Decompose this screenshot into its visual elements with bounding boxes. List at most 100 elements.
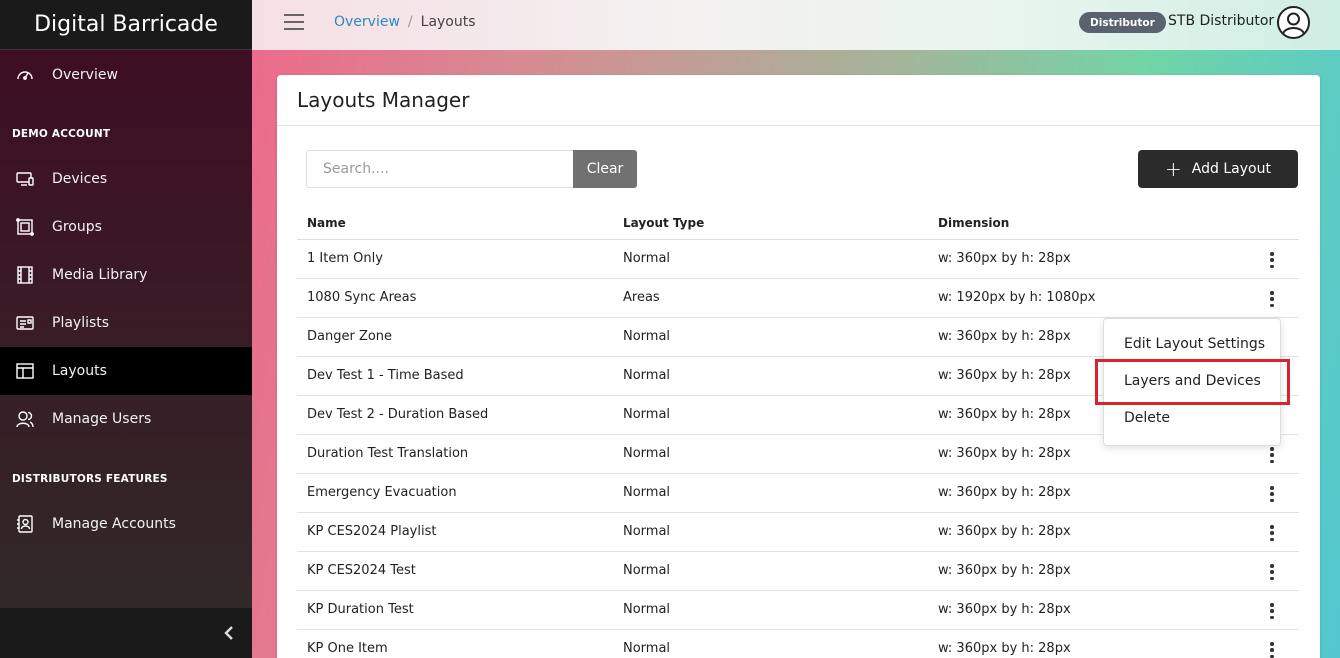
kebab-menu-icon[interactable] xyxy=(1262,291,1282,307)
kebab-menu-icon[interactable] xyxy=(1262,486,1282,502)
app-brand[interactable]: Digital Barricade xyxy=(0,0,252,50)
cell-dimension: w: 360px by h: 28px xyxy=(938,485,1071,500)
add-layout-label: Add Layout xyxy=(1191,161,1271,177)
cell-layout-type: Normal xyxy=(623,251,671,266)
cell-layout-type: Normal xyxy=(623,407,671,422)
sidebar-item-manage-users[interactable]: Manage Users xyxy=(0,395,252,443)
sidebar-item-label: Layouts xyxy=(52,363,107,379)
sidebar-item-label: Overview xyxy=(52,67,118,83)
sidebar-item-label: Groups xyxy=(52,219,102,235)
section-title-demo-account: DEMO ACCOUNT xyxy=(12,128,111,140)
film-icon xyxy=(14,264,36,286)
cell-layout-type: Normal xyxy=(623,641,671,656)
cell-layout-type: Normal xyxy=(623,329,671,344)
row-actions-menu: Edit Layout Settings Layers and Devices … xyxy=(1103,318,1281,446)
cell-layout-type: Normal xyxy=(623,563,671,578)
breadcrumb-overview-link[interactable]: Overview xyxy=(334,14,400,30)
kebab-menu-icon[interactable] xyxy=(1262,525,1282,541)
sidebar: Digital Barricade Overview DEMO ACCOUNT … xyxy=(0,0,252,658)
hamburger-menu-icon[interactable] xyxy=(284,14,304,30)
cell-name: Danger Zone xyxy=(307,329,393,344)
cell-name: Emergency Evacuation xyxy=(307,485,457,500)
cell-dimension: w: 360px by h: 28px xyxy=(938,251,1071,266)
cell-dimension: w: 360px by h: 28px xyxy=(938,602,1071,617)
cell-name: KP CES2024 Test xyxy=(307,563,416,578)
cell-name: KP CES2024 Playlist xyxy=(307,524,437,539)
search-input[interactable] xyxy=(306,150,573,188)
cell-dimension: w: 1920px by h: 1080px xyxy=(938,290,1096,305)
clear-button[interactable]: Clear xyxy=(573,150,637,188)
kebab-menu-icon[interactable] xyxy=(1262,642,1282,658)
playlist-icon xyxy=(14,312,36,334)
layout-icon xyxy=(14,360,36,382)
users-icon xyxy=(14,408,36,430)
column-header-layout-type[interactable]: Layout Type xyxy=(623,216,704,230)
menu-item-layers-and-devices[interactable]: Layers and Devices xyxy=(1124,373,1261,389)
kebab-menu-icon[interactable] xyxy=(1262,564,1282,580)
kebab-menu-icon[interactable] xyxy=(1262,603,1282,619)
cell-layout-type: Normal xyxy=(623,368,671,383)
table-row[interactable]: KP One Item Normal w: 360px by h: 28px xyxy=(297,630,1299,658)
group-icon xyxy=(14,216,36,238)
cell-layout-type: Normal xyxy=(623,602,671,617)
cell-dimension: w: 360px by h: 28px xyxy=(938,368,1071,383)
dashboard-gauge-icon xyxy=(14,64,36,86)
cell-name: KP One Item xyxy=(307,641,388,656)
table-header: Name Layout Type Dimension xyxy=(297,214,1299,240)
add-layout-button[interactable]: + Add Layout xyxy=(1138,150,1298,188)
chevron-left-icon[interactable] xyxy=(222,625,236,641)
username[interactable]: STB Distributor xyxy=(1168,13,1274,29)
column-header-dimension[interactable]: Dimension xyxy=(938,216,1009,230)
sidebar-item-overview[interactable]: Overview xyxy=(0,51,252,99)
menu-item-delete[interactable]: Delete xyxy=(1124,410,1170,426)
cell-dimension: w: 360px by h: 28px xyxy=(938,329,1071,344)
cell-name: 1080 Sync Areas xyxy=(307,290,417,305)
table-row[interactable]: KP Duration Test Normal w: 360px by h: 28p… xyxy=(297,591,1299,630)
plus-icon: + xyxy=(1165,157,1182,181)
sidebar-item-playlists[interactable]: Playlists xyxy=(0,299,252,347)
cell-dimension: w: 360px by h: 28px xyxy=(938,641,1071,656)
column-header-name[interactable]: Name xyxy=(307,216,346,230)
cell-dimension: w: 360px by h: 28px xyxy=(938,563,1071,578)
sidebar-item-label: Manage Accounts xyxy=(52,516,176,532)
cell-dimension: w: 360px by h: 28px xyxy=(938,446,1071,461)
cell-name: Dev Test 2 - Duration Based xyxy=(307,407,489,422)
sidebar-item-label: Playlists xyxy=(52,315,110,331)
table-row[interactable]: KP CES2024 Test Normal w: 360px by h: 28px xyxy=(297,552,1299,591)
cell-layout-type: Normal xyxy=(623,524,671,539)
kebab-menu-icon[interactable] xyxy=(1262,447,1282,463)
menu-item-edit-layout-settings[interactable]: Edit Layout Settings xyxy=(1124,336,1265,352)
cell-dimension: w: 360px by h: 28px xyxy=(938,407,1071,422)
accounts-icon xyxy=(14,513,36,535)
sidebar-item-label: Manage Users xyxy=(52,411,152,427)
section-title-distributors-features: DISTRIBUTORS FEATURES xyxy=(12,473,168,485)
cell-layout-type: Normal xyxy=(623,446,671,461)
breadcrumb: Overview / Layouts xyxy=(334,14,476,30)
monitor-icon xyxy=(14,168,36,190)
cell-layout-type: Areas xyxy=(623,290,660,305)
sidebar-item-layouts[interactable]: Layouts xyxy=(0,347,252,395)
table-row[interactable]: KP CES2024 Playlist Normal w: 360px by h: … xyxy=(297,513,1299,552)
cell-layout-type: Normal xyxy=(623,485,671,500)
sidebar-item-manage-accounts[interactable]: Manage Accounts xyxy=(0,500,252,548)
sidebar-item-groups[interactable]: Groups xyxy=(0,203,252,251)
table-row[interactable]: Emergency Evacuation Normal w: 360px by h:… xyxy=(297,474,1299,513)
breadcrumb-separator: / xyxy=(407,14,413,30)
sidebar-footer xyxy=(0,608,252,658)
kebab-menu-icon[interactable] xyxy=(1262,252,1282,268)
breadcrumb-current: Layouts xyxy=(420,14,476,30)
role-badge: Distributor xyxy=(1079,12,1166,33)
cell-name: Dev Test 1 - Time Based xyxy=(307,368,464,383)
sidebar-item-media-library[interactable]: Media Library xyxy=(0,251,252,299)
cell-name: Duration Test Translation xyxy=(307,446,469,461)
sidebar-item-devices[interactable]: Devices xyxy=(0,155,252,203)
sidebar-item-label: Devices xyxy=(52,171,108,187)
sidebar-item-label: Media Library xyxy=(52,267,148,283)
page-title: Layouts Manager xyxy=(277,75,1320,126)
top-bar: Overview / Layouts Distributor STB Distr… xyxy=(252,0,1340,50)
cell-dimension: w: 360px by h: 28px xyxy=(938,524,1071,539)
table-row[interactable]: 1080 Sync Areas Areas w: 1920px by h: 1080… xyxy=(297,279,1299,318)
table-row[interactable]: 1 Item Only Normal w: 360px by h: 28px xyxy=(297,240,1299,279)
avatar-icon[interactable] xyxy=(1277,6,1310,39)
cell-name: KP Duration Test xyxy=(307,602,414,617)
